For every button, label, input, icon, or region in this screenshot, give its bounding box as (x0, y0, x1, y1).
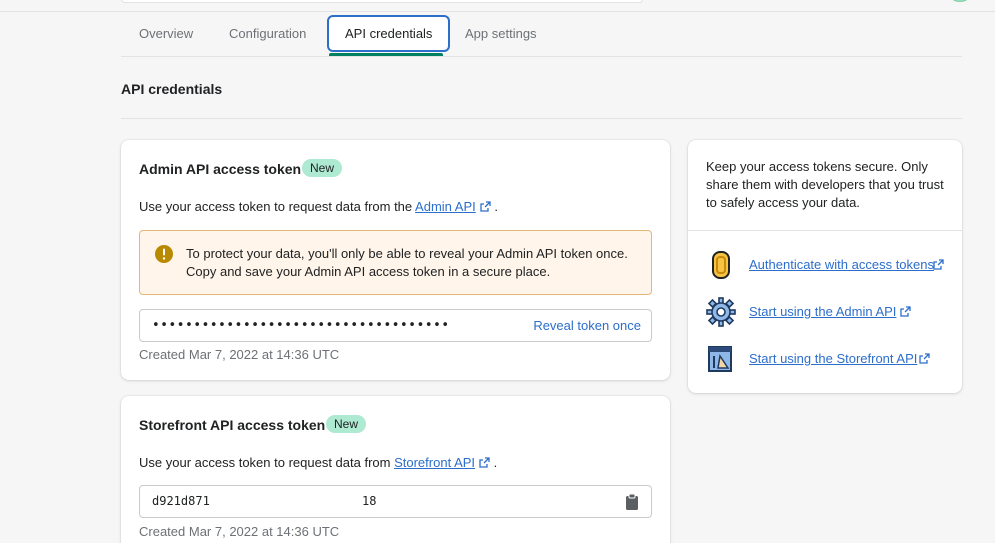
gear-icon (706, 297, 736, 327)
card-description: Use your access token to request data fr… (139, 455, 497, 470)
tab-overview[interactable]: Overview (123, 15, 209, 52)
warning-message: To protect your data, you'll only be abl… (186, 246, 628, 279)
admin-token-card: Admin API access token New Use your acce… (121, 140, 670, 380)
created-timestamp: Created Mar 7, 2022 at 14:36 UTC (139, 347, 340, 362)
card-title: Admin API access token (139, 161, 302, 177)
avatar[interactable] (946, 0, 974, 2)
token-value-tail: 18 (362, 494, 377, 508)
storefront-token-field[interactable]: d921d871 18 (139, 485, 652, 518)
tab-app-settings[interactable]: App settings (449, 15, 553, 52)
card-title: Storefront API access token (139, 417, 326, 433)
external-link-icon (480, 201, 491, 212)
resource-link-admin-api[interactable]: Start using the Admin API (706, 297, 956, 327)
resource-link-authenticate[interactable]: Authenticate with access tokens (706, 250, 956, 280)
card-description: Use your access token to request data fr… (139, 199, 498, 214)
warning-icon (155, 245, 173, 263)
tab-bar: Overview Configuration API credentials A… (121, 13, 962, 57)
divider (688, 230, 962, 231)
admin-token-field[interactable]: •••••••••••••••••••••••••••••••••••• Rev… (139, 309, 652, 342)
page-title: API credentials (121, 81, 223, 97)
security-tip-text: Keep your access tokens secure. Only sha… (706, 159, 944, 210)
storefront-api-link[interactable]: Storefront API (394, 455, 475, 470)
link-label[interactable]: Start using the Admin API (749, 304, 896, 319)
link-label[interactable]: Authenticate with access tokens (749, 257, 934, 272)
description-period: . (494, 199, 498, 214)
new-badge: New (302, 159, 343, 177)
security-tips-card: Keep your access tokens secure. Only sha… (688, 140, 962, 393)
external-link-icon (900, 306, 911, 317)
clipboard-icon[interactable] (625, 494, 639, 510)
external-link-icon (479, 457, 490, 468)
reveal-token-button[interactable]: Reveal token once (533, 310, 641, 341)
divider (121, 118, 962, 119)
link-label[interactable]: Start using the Storefront API (749, 351, 917, 366)
coin-icon (712, 251, 730, 279)
tab-api-credentials[interactable]: API credentials (327, 15, 451, 52)
external-link-icon (933, 259, 944, 270)
tab-configuration[interactable]: Configuration (213, 15, 322, 52)
storefront-icon (708, 346, 732, 372)
token-value: d921d871 (152, 494, 210, 508)
description-period: . (493, 455, 498, 470)
masked-token: •••••••••••••••••••••••••••••••••••• (152, 318, 450, 333)
created-timestamp: Created Mar 7, 2022 at 14:36 UTC (139, 524, 340, 539)
search-bar[interactable] (121, 0, 643, 3)
top-bar (0, 0, 995, 12)
new-badge: New (326, 415, 367, 433)
warning-banner: To protect your data, you'll only be abl… (139, 230, 652, 295)
external-link-icon (919, 353, 930, 364)
active-tab-indicator (329, 53, 443, 56)
description-text: Use your access token to request data fr… (139, 199, 413, 214)
resource-link-storefront-api[interactable]: Start using the Storefront API (706, 344, 956, 374)
admin-api-link[interactable]: Admin API (415, 199, 476, 214)
storefront-token-card: Storefront API access token New Use your… (121, 396, 670, 543)
description-text: Use your access token to request data fr… (139, 455, 391, 470)
